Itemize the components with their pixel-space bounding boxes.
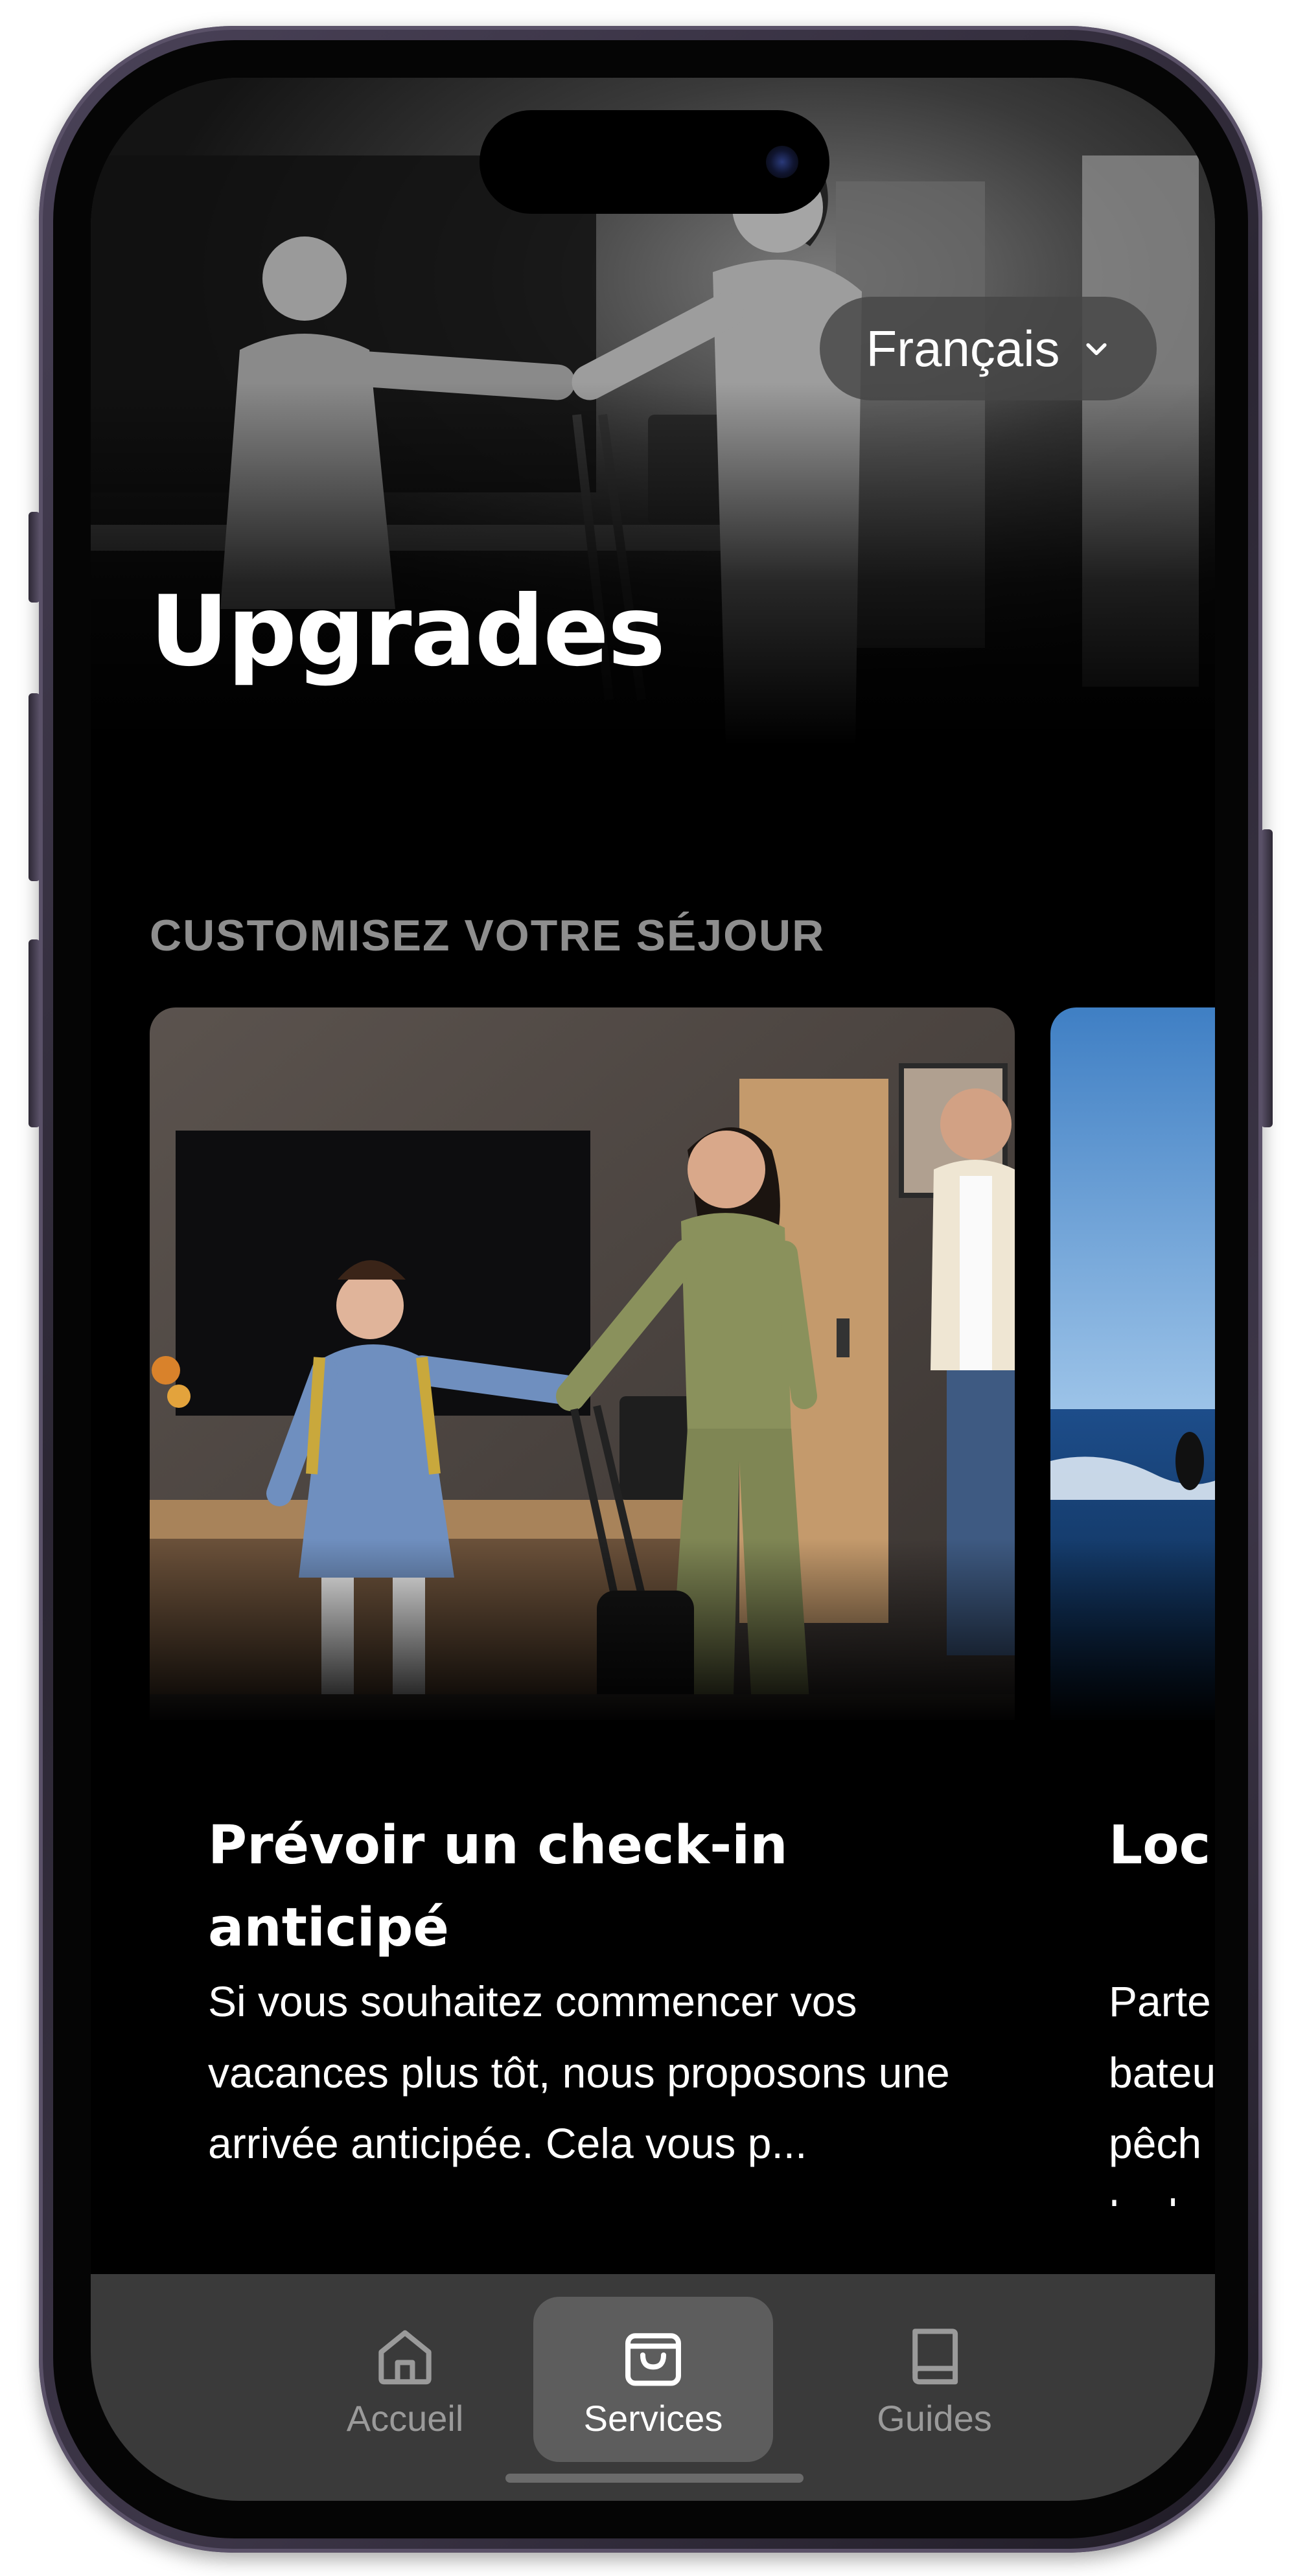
card-title: Loc bbox=[1109, 1815, 1211, 1876]
tab-guides[interactable]: Guides bbox=[815, 2297, 1054, 2462]
silent-switch bbox=[29, 512, 40, 603]
language-label: Français bbox=[866, 319, 1060, 377]
volume-down-button bbox=[29, 939, 40, 1127]
upgrade-card-boat-rental[interactable]: Loc Parte bateu pêch Le bo bbox=[1050, 1007, 1215, 2206]
upgrade-card-early-checkin[interactable]: Prévoir un check-in anticipé Si vous sou… bbox=[150, 1007, 1015, 2206]
chevron-down-icon bbox=[1085, 343, 1107, 356]
card-description-line: bateu bbox=[1109, 2048, 1215, 2097]
dynamic-island bbox=[480, 110, 829, 214]
card-description: Si vous souhaitez commencer vos vacances… bbox=[208, 1977, 950, 2168]
card-description-line: Parte bbox=[1109, 1977, 1211, 2025]
front-camera-icon bbox=[766, 146, 798, 178]
tab-services[interactable]: Services bbox=[533, 2297, 773, 2462]
bottom-tab-bar: Accueil Services Guides bbox=[91, 2274, 1215, 2501]
language-selector[interactable]: Français bbox=[820, 297, 1157, 400]
app-screen: Français Upgrades CUSTOMISEZ VOTRE SÉJOU… bbox=[91, 78, 1215, 2501]
tab-label: Accueil bbox=[346, 2398, 464, 2439]
card-image-fade bbox=[1050, 1539, 1215, 1727]
volume-up-button bbox=[29, 693, 40, 881]
shopping-bag-icon bbox=[625, 2333, 681, 2386]
power-button bbox=[1261, 829, 1273, 1127]
card-description: Parte bateu pêch Le bo bbox=[1109, 1966, 1215, 2206]
book-icon bbox=[912, 2329, 958, 2385]
card-description-line: pêch bbox=[1109, 2119, 1202, 2168]
card-description-line: Le bo bbox=[1109, 2191, 1215, 2206]
hero-gradient-overlay bbox=[91, 382, 1215, 745]
home-icon bbox=[378, 2330, 432, 2385]
page-title: Upgrades bbox=[150, 575, 665, 688]
tab-label: Guides bbox=[877, 2398, 992, 2439]
tab-label: Services bbox=[583, 2398, 723, 2439]
card-title: Prévoir un check-in anticipé bbox=[208, 1815, 788, 1959]
tab-accueil[interactable]: Accueil bbox=[285, 2297, 525, 2462]
section-heading: CUSTOMISEZ VOTRE SÉJOUR bbox=[150, 911, 826, 960]
hero-header: Français Upgrades bbox=[91, 78, 1215, 745]
home-indicator[interactable] bbox=[505, 2474, 804, 2483]
card-image-fade bbox=[150, 1539, 1015, 1727]
